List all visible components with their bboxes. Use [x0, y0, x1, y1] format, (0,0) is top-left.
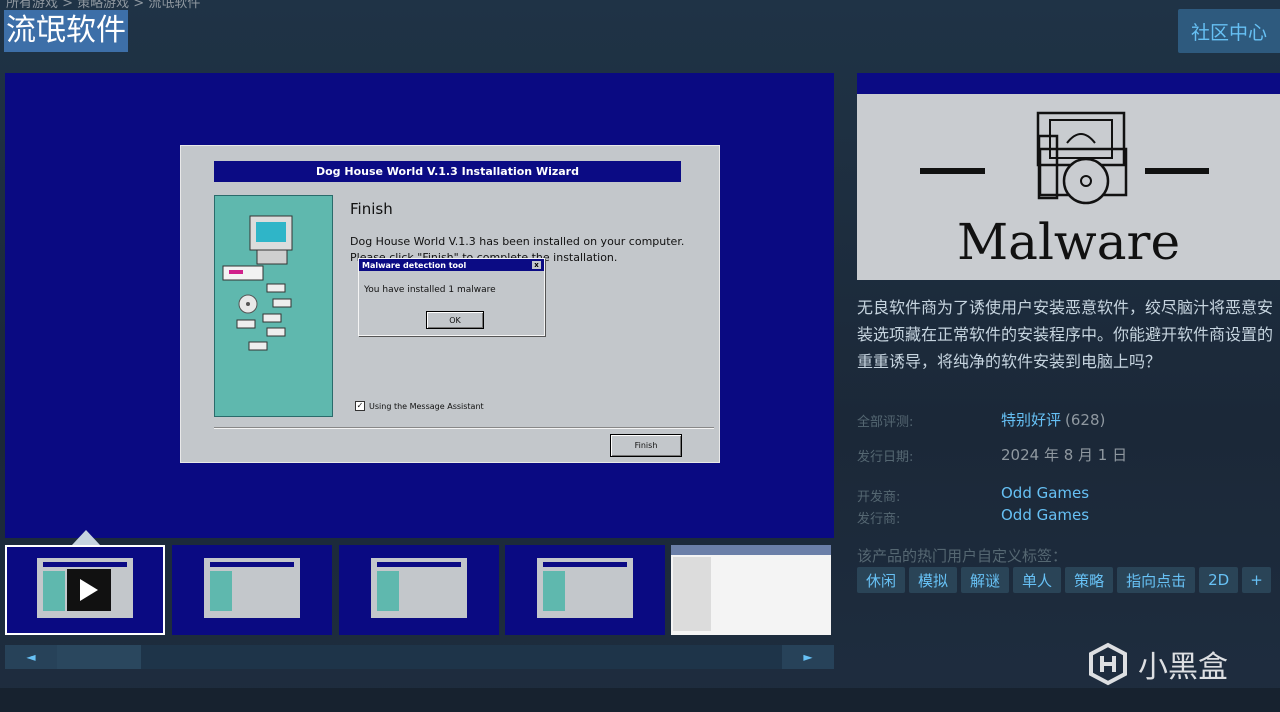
- header-capsule-image: Malware: [857, 73, 1280, 280]
- page-title: 流氓软件: [4, 10, 128, 52]
- developer-link[interactable]: Odd Games: [1001, 484, 1089, 502]
- publisher-label: 发行商:: [857, 512, 901, 527]
- scroll-left-button[interactable]: ◄: [5, 645, 57, 669]
- thumbnail-video[interactable]: [5, 545, 165, 635]
- watermark-text: 小黑盒: [1138, 650, 1228, 685]
- computer-illustration: [214, 195, 333, 417]
- scroll-right-button[interactable]: ►: [782, 645, 834, 669]
- release-date-label: 发行日期:: [857, 450, 914, 465]
- tag-casual[interactable]: 休闲: [857, 567, 906, 593]
- thumbnail-2[interactable]: [172, 545, 332, 635]
- review-summary[interactable]: 特别好评 (628): [1001, 409, 1105, 430]
- wizard-heading: Finish: [350, 200, 393, 218]
- add-tag-button[interactable]: +: [1242, 567, 1271, 593]
- thumbnail-preview: [537, 558, 633, 618]
- publisher-link[interactable]: Odd Games: [1001, 506, 1089, 524]
- capsule-title: Malware: [956, 213, 1181, 271]
- popup-title-bar: Malware detection tool x: [359, 259, 544, 271]
- checkbox-label: Using the Message Assistant: [369, 401, 484, 411]
- popup-message: You have installed 1 malware: [364, 285, 496, 295]
- review-value[interactable]: 特别好评: [1001, 411, 1061, 429]
- game-description: 无良软件商为了诱使用户安装恶意软件，绞尽脑汁将恶意安装选项藏在正常软件的安装程序…: [857, 298, 1274, 371]
- tag-strategy[interactable]: 策略: [1065, 567, 1114, 593]
- tag-puzzle[interactable]: 解谜: [961, 567, 1010, 593]
- thumbnail-preview: [671, 545, 831, 635]
- review-label: 全部评测:: [857, 415, 914, 430]
- release-date-value: 2024 年 8 月 1 日: [1001, 446, 1128, 464]
- popup-title: Malware detection tool: [362, 260, 467, 270]
- tag-2d[interactable]: 2D: [1199, 567, 1239, 593]
- wizard-divider: [214, 427, 714, 429]
- community-hub-button[interactable]: 社区中心: [1178, 9, 1280, 53]
- tag-list: 休闲 模拟 解谜 单人 策略 指向点击 2D +: [857, 567, 1271, 593]
- play-icon[interactable]: [67, 569, 111, 611]
- thumbnail-preview: [371, 558, 467, 618]
- installation-wizard-window: Dog House World V.1.3 Installation Wizar…: [180, 145, 720, 463]
- thumbnail-5[interactable]: [671, 545, 831, 635]
- xiaoheihe-logo-icon: [1089, 642, 1127, 686]
- thumbnail-preview: [204, 558, 300, 618]
- message-assistant-checkbox: ✓ Using the Message Assistant: [355, 401, 484, 411]
- thumbnail-3[interactable]: [339, 545, 499, 635]
- finish-button: Finish: [610, 434, 682, 457]
- scrollbar-handle[interactable]: [57, 645, 141, 669]
- review-count: (628): [1065, 411, 1106, 429]
- tag-simulation[interactable]: 模拟: [909, 567, 958, 593]
- bottom-bar: [0, 688, 1280, 712]
- tag-singleplayer[interactable]: 单人: [1013, 567, 1062, 593]
- malware-popup: Malware detection tool x You have instal…: [358, 258, 545, 336]
- popup-ok-button: OK: [426, 311, 484, 329]
- wizard-title-bar: Dog House World V.1.3 Installation Wizar…: [214, 161, 681, 182]
- selected-thumbnail-pointer: [72, 530, 100, 545]
- checkmark-icon: ✓: [355, 401, 365, 411]
- main-screenshot[interactable]: Dog House World V.1.3 Installation Wizar…: [5, 73, 834, 538]
- close-icon: x: [532, 261, 541, 269]
- tag-point-and-click[interactable]: 指向点击: [1117, 567, 1196, 593]
- developer-label: 开发商:: [857, 490, 901, 505]
- thumbnail-4[interactable]: [505, 545, 665, 635]
- watermark: 小黑盒: [1086, 642, 1228, 686]
- tags-label: 该产品的热门用户自定义标签：: [857, 547, 1068, 565]
